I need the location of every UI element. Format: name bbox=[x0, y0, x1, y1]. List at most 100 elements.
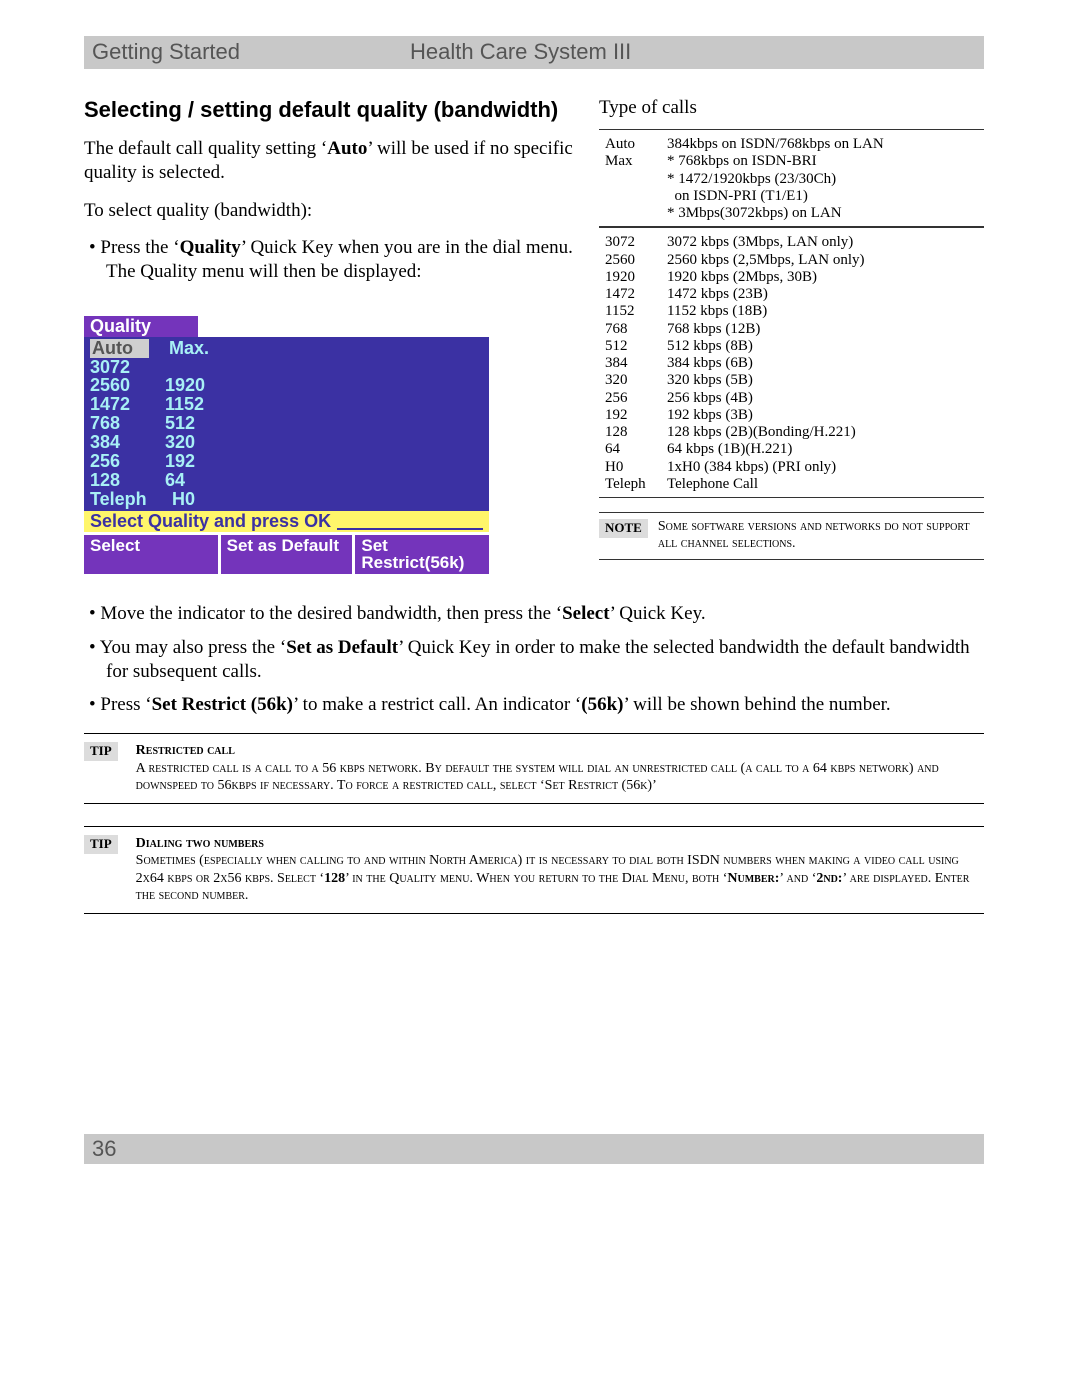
quality-option[interactable]: 768 bbox=[90, 414, 145, 433]
quality-option[interactable]: 1472 bbox=[90, 395, 145, 414]
bullet-select: Move the indicator to the desired bandwi… bbox=[84, 602, 984, 626]
type-key: 3072 bbox=[605, 234, 659, 251]
quality-option[interactable]: 2560 bbox=[90, 376, 145, 395]
quality-option[interactable]: 320 bbox=[165, 433, 220, 452]
text: ’ and ‘ bbox=[779, 871, 816, 886]
text: * 3Mbps(3072kbps) on LAN bbox=[667, 205, 842, 221]
note-badge: NOTE bbox=[599, 519, 648, 538]
text: The default call quality setting ‘ bbox=[84, 138, 327, 159]
text: Move the indicator to the desired bandwi… bbox=[100, 603, 562, 624]
type-val: 64 kbps (1B)(H.221) bbox=[667, 441, 984, 458]
tip-two-numbers: TIP Dialing two numbers Sometimes (espec… bbox=[84, 826, 984, 914]
type-key: 1152 bbox=[605, 303, 659, 320]
note-text: Some software versions and networks do n… bbox=[658, 519, 984, 553]
quality-option[interactable]: 3072 bbox=[90, 358, 145, 377]
type-val: 384 kbps (6B) bbox=[667, 355, 984, 372]
type-table-main: 30723072 kbps (3Mbps, LAN only)25602560 … bbox=[599, 227, 984, 498]
type-val: * 768kbps on ISDN-BRI * 1472/1920kbps (2… bbox=[667, 153, 984, 222]
bullet-set-restrict: Press ‘Set Restrict (56k)’ to make a res… bbox=[84, 693, 984, 717]
quality-option[interactable]: 256 bbox=[90, 452, 145, 471]
type-of-calls-heading: Type of calls bbox=[599, 97, 984, 119]
tip-restricted-call: TIP Restricted call A restricted call is… bbox=[84, 733, 984, 804]
type-val: 512 kbps (8B) bbox=[667, 338, 984, 355]
text: ’ Quick Key. bbox=[610, 603, 706, 624]
type-val: 768 kbps (12B) bbox=[667, 321, 984, 338]
type-key: 1472 bbox=[605, 286, 659, 303]
quality-menu-body: Auto Max. 3072 2560 1920 1472 1152 bbox=[84, 337, 489, 511]
tip-body: Sometimes (especially when calling to an… bbox=[136, 852, 984, 905]
header-left: Getting Started bbox=[92, 39, 240, 65]
select-keyword: Select bbox=[562, 603, 609, 624]
type-val: Telephone Call bbox=[667, 476, 984, 493]
type-key: Max bbox=[605, 153, 659, 222]
type-val: 384kbps on ISDN/768kbps on LAN bbox=[667, 136, 984, 153]
hint-text: Select Quality and press OK bbox=[90, 512, 331, 531]
type-key: Auto bbox=[605, 136, 659, 153]
type-key: 512 bbox=[605, 338, 659, 355]
quality-menu-hint: Select Quality and press OK bbox=[84, 511, 489, 532]
tip-badge: TIP bbox=[84, 835, 118, 854]
quality-option[interactable]: 192 bbox=[165, 452, 220, 471]
quality-option[interactable]: Teleph bbox=[90, 490, 152, 509]
quality-option[interactable]: 512 bbox=[165, 414, 220, 433]
page-number: 36 bbox=[84, 1134, 984, 1164]
quality-option[interactable]: 384 bbox=[90, 433, 145, 452]
kw-128: 128 bbox=[324, 871, 345, 886]
intro-para-1: The default call quality setting ‘Auto’ … bbox=[84, 137, 579, 185]
text: ’ in the Quality menu. When you return t… bbox=[345, 871, 727, 886]
type-val: 256 kbps (4B) bbox=[667, 390, 984, 407]
bullet-set-default: You may also press the ‘Set as Default’ … bbox=[84, 636, 984, 684]
type-table-top: Auto 384kbps on ISDN/768kbps on LAN Max … bbox=[599, 129, 984, 227]
set-default-keyword: Set as Default bbox=[286, 637, 398, 658]
quality-option[interactable] bbox=[165, 358, 220, 377]
quality-option[interactable]: H0 bbox=[172, 490, 227, 509]
type-val: 192 kbps (3B) bbox=[667, 407, 984, 424]
type-val: 1152 kbps (18B) bbox=[667, 303, 984, 320]
type-key: 384 bbox=[605, 355, 659, 372]
quality-option-auto[interactable]: Auto bbox=[90, 339, 149, 358]
bullet-press-quality: Press the ‘Quality’ Quick Key when you a… bbox=[84, 236, 579, 284]
text: on ISDN-PRI (T1/E1) bbox=[667, 188, 808, 204]
quickkey-select[interactable]: Select bbox=[84, 535, 218, 575]
quality-option[interactable]: 1152 bbox=[165, 395, 220, 414]
type-key: 768 bbox=[605, 321, 659, 338]
type-key: 192 bbox=[605, 407, 659, 424]
type-val: 320 kbps (5B) bbox=[667, 372, 984, 389]
text: * 1472/1920kbps (23/30Ch) bbox=[667, 171, 836, 187]
quality-option[interactable]: 64 bbox=[165, 471, 220, 490]
type-key: 128 bbox=[605, 424, 659, 441]
kw-number: Number: bbox=[727, 871, 779, 886]
type-key: 64 bbox=[605, 441, 659, 458]
tip-body: A restricted call is a call to a 56 kbps… bbox=[136, 760, 984, 795]
quality-option[interactable]: 1920 bbox=[165, 376, 220, 395]
type-key: 320 bbox=[605, 372, 659, 389]
quality-option[interactable]: 128 bbox=[90, 471, 145, 490]
tip-title: Restricted call bbox=[136, 742, 984, 760]
section-title: Selecting / setting default quality (ban… bbox=[84, 97, 579, 123]
page-header: Getting Started Health Care System III bbox=[84, 36, 984, 69]
type-val: 1xH0 (384 kbps) (PRI only) bbox=[667, 459, 984, 476]
type-val: 1472 kbps (23B) bbox=[667, 286, 984, 303]
set-restrict-keyword: Set Restrict (56k) bbox=[152, 694, 293, 715]
type-key: H0 bbox=[605, 459, 659, 476]
tip-badge: TIP bbox=[84, 742, 118, 761]
intro-para-2: To select quality (bandwidth): bbox=[84, 199, 579, 223]
type-val: 128 kbps (2B)(Bonding/H.221) bbox=[667, 424, 984, 441]
text: Press ‘ bbox=[100, 694, 151, 715]
quickkey-set-default[interactable]: Set as Default bbox=[221, 535, 353, 575]
kw-2nd: 2nd: bbox=[816, 871, 842, 886]
type-key: Teleph bbox=[605, 476, 659, 493]
header-right: Health Care System III bbox=[410, 39, 631, 65]
text: ’ will be shown behind the number. bbox=[623, 694, 890, 715]
type-val: 1920 kbps (2Mbps, 30B) bbox=[667, 269, 984, 286]
quickkey-set-restrict[interactable]: Set Restrict(56k) bbox=[355, 535, 489, 575]
quality-option-max[interactable]: Max. bbox=[169, 339, 224, 358]
quality-keyword: Quality bbox=[180, 237, 241, 258]
text: ’ to make a restrict call. An indicator … bbox=[293, 694, 581, 715]
type-val: 2560 kbps (2,5Mbps, LAN only) bbox=[667, 252, 984, 269]
note-box: NOTE Some software versions and networks… bbox=[599, 512, 984, 560]
type-key: 1920 bbox=[605, 269, 659, 286]
type-key: 256 bbox=[605, 390, 659, 407]
tip-title: Dialing two numbers bbox=[136, 835, 984, 853]
text: You may also press the ‘ bbox=[100, 637, 286, 658]
